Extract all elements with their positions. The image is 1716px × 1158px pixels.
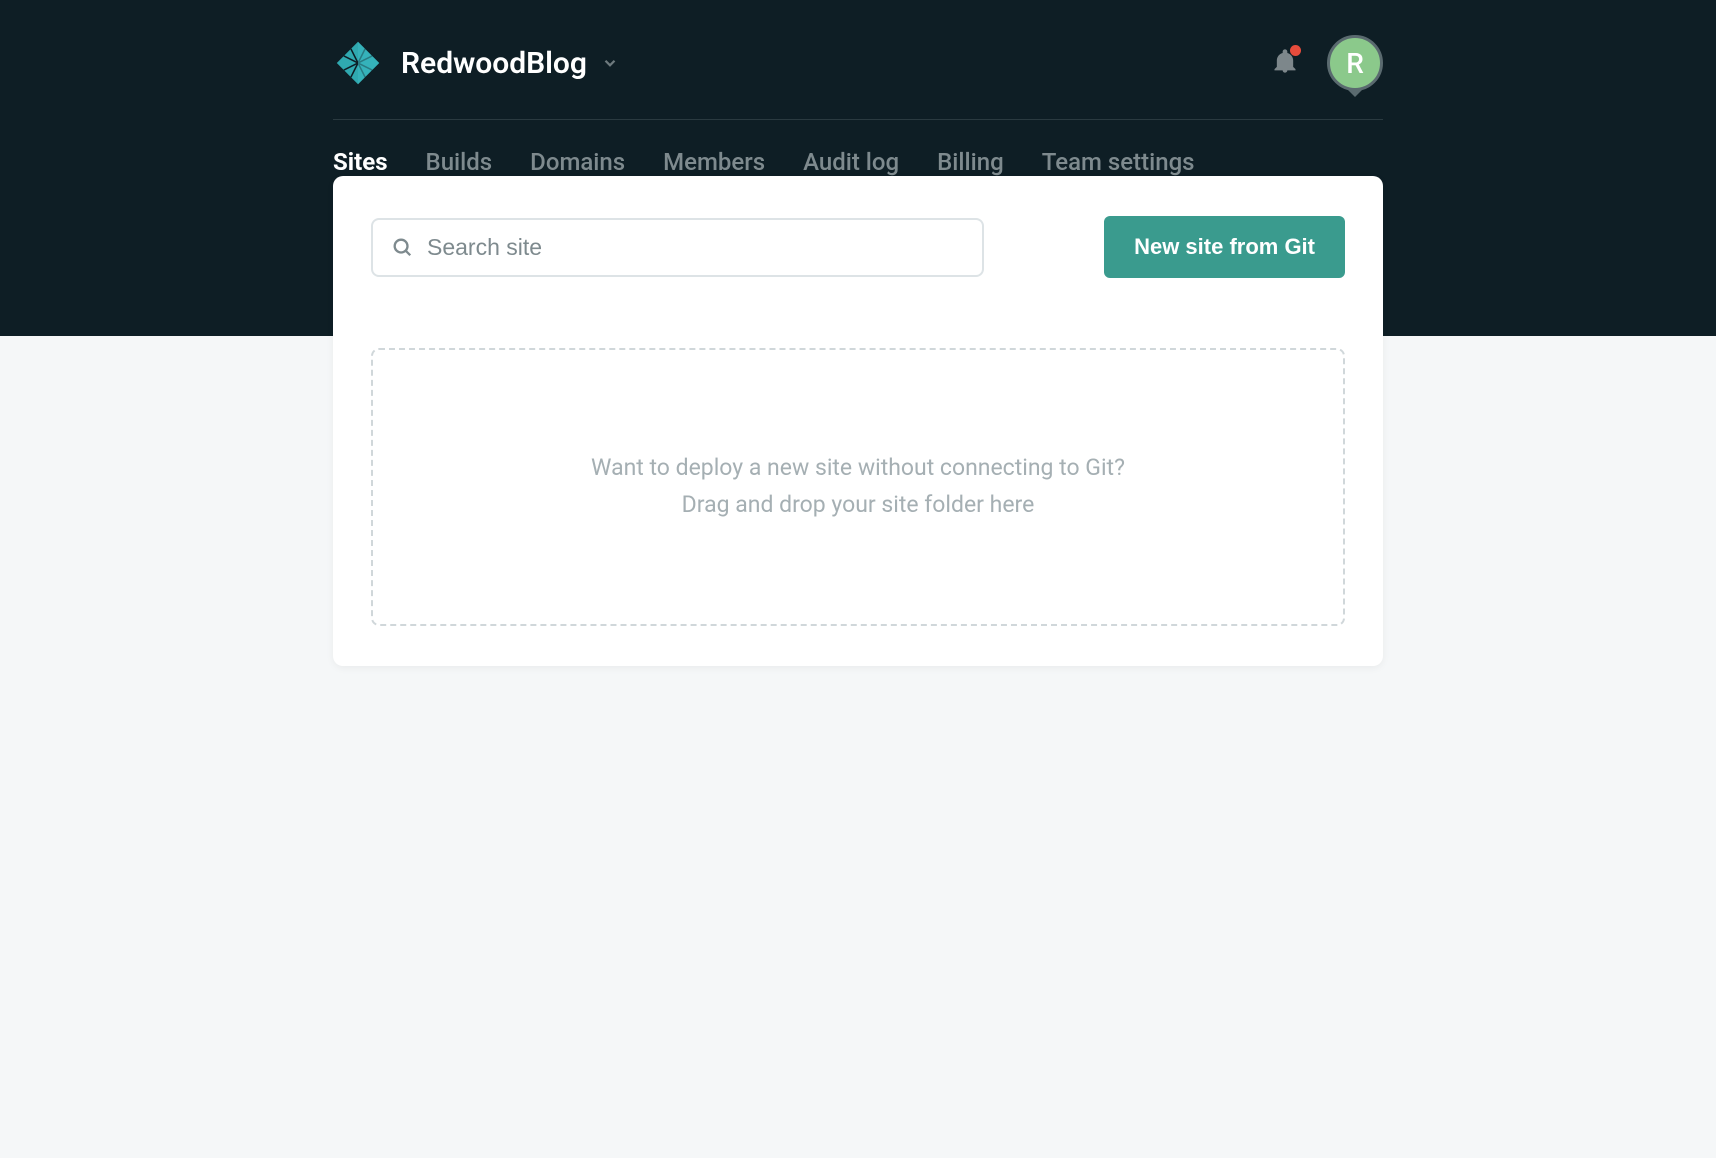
search-icon	[391, 236, 413, 258]
chevron-down-icon	[601, 54, 619, 72]
notification-dot-icon	[1290, 45, 1301, 56]
drop-zone-text-line2: Drag and drop your site folder here	[413, 487, 1303, 524]
nav-tabs: Sites Builds Domains Members Audit log B…	[333, 120, 1383, 176]
drop-zone[interactable]: Want to deploy a new site without connec…	[371, 348, 1345, 626]
search-wrapper[interactable]	[371, 218, 984, 277]
tab-members[interactable]: Members	[663, 148, 765, 176]
tab-sites[interactable]: Sites	[333, 148, 388, 176]
new-site-button[interactable]: New site from Git	[1104, 216, 1345, 278]
notifications-button[interactable]	[1271, 47, 1299, 79]
card-top-row: New site from Git	[371, 216, 1345, 278]
avatar[interactable]: R	[1327, 35, 1383, 91]
drop-zone-text-line1: Want to deploy a new site without connec…	[413, 450, 1303, 487]
tab-audit-log[interactable]: Audit log	[803, 148, 899, 176]
tab-billing[interactable]: Billing	[937, 148, 1004, 176]
tab-domains[interactable]: Domains	[530, 148, 625, 176]
avatar-initial: R	[1346, 47, 1364, 80]
top-bar-right: R	[1271, 35, 1383, 91]
tab-builds[interactable]: Builds	[426, 148, 493, 176]
team-name: RedwoodBlog	[401, 46, 587, 81]
netlify-logo-icon[interactable]	[333, 38, 383, 88]
top-bar: RedwoodBlog R	[333, 0, 1383, 119]
search-input[interactable]	[427, 234, 964, 261]
tab-team-settings[interactable]: Team settings	[1042, 148, 1195, 176]
team-selector[interactable]: RedwoodBlog	[401, 46, 619, 81]
sites-card: New site from Git Want to deploy a new s…	[333, 176, 1383, 666]
top-bar-left: RedwoodBlog	[333, 38, 619, 88]
